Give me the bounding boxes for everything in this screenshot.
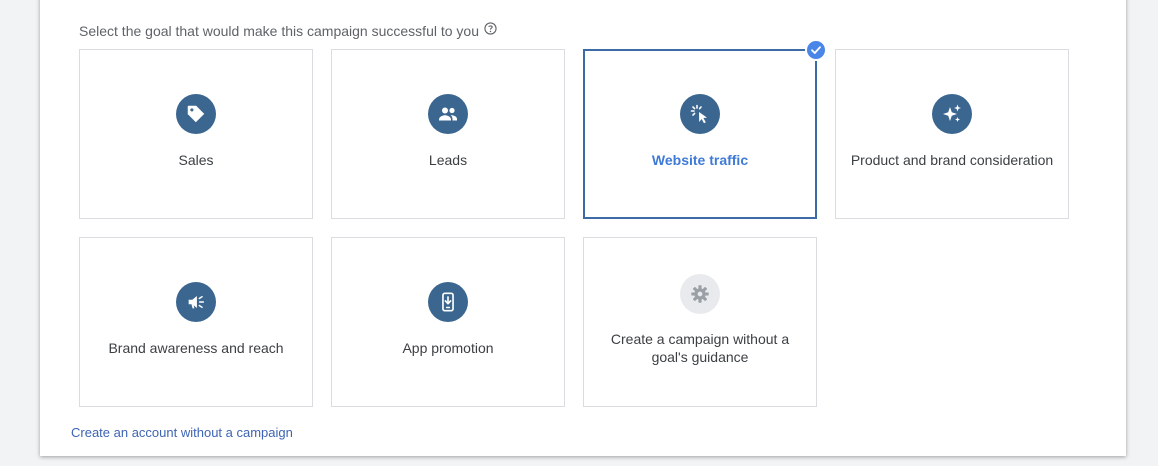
goal-card-product-brand-consideration[interactable]: Product and brand consideration (835, 49, 1069, 219)
goal-card-sales[interactable]: Sales (79, 49, 313, 219)
tag-icon (187, 105, 205, 123)
goal-label: Website traffic (651, 152, 749, 168)
goal-label: Product and brand consideration (850, 152, 1054, 168)
goal-card-leads[interactable]: Leads (331, 49, 565, 219)
goal-icon-circle (932, 94, 972, 134)
gear-icon (691, 285, 709, 303)
goal-prompt-text: Select the goal that would make this cam… (79, 23, 479, 39)
goal-card-website-traffic[interactable]: Website traffic (583, 49, 817, 219)
sparkle-icon (943, 104, 961, 122)
goal-prompt: Select the goal that would make this cam… (79, 21, 497, 39)
goal-icon-circle (680, 274, 720, 314)
goal-label: Create a campaign without a goal's guida… (610, 331, 790, 365)
help-icon[interactable] (484, 21, 497, 35)
goal-icon-circle (428, 282, 468, 322)
goal-card-app-promotion[interactable]: App promotion (331, 237, 565, 407)
goal-icon-circle (680, 94, 720, 134)
goal-label: App promotion (402, 340, 494, 356)
goal-label: Leads (428, 152, 468, 168)
goal-card-brand-awareness-reach[interactable]: Brand awareness and reach (79, 237, 313, 407)
goal-label: Brand awareness and reach (108, 340, 284, 356)
goal-card-no-goal-guidance[interactable]: Create a campaign without a goal's guida… (583, 237, 817, 407)
phone-download-icon (442, 292, 454, 312)
goal-icon-circle (428, 94, 468, 134)
goal-icon-circle (176, 94, 216, 134)
megaphone-icon (188, 295, 205, 309)
people-icon (439, 107, 457, 121)
cursor-click-icon (690, 104, 707, 124)
goal-icon-circle (176, 282, 216, 322)
selected-check-icon (805, 39, 827, 61)
goal-label: Sales (178, 152, 214, 168)
create-account-without-campaign-link[interactable]: Create an account without a campaign (71, 425, 293, 440)
